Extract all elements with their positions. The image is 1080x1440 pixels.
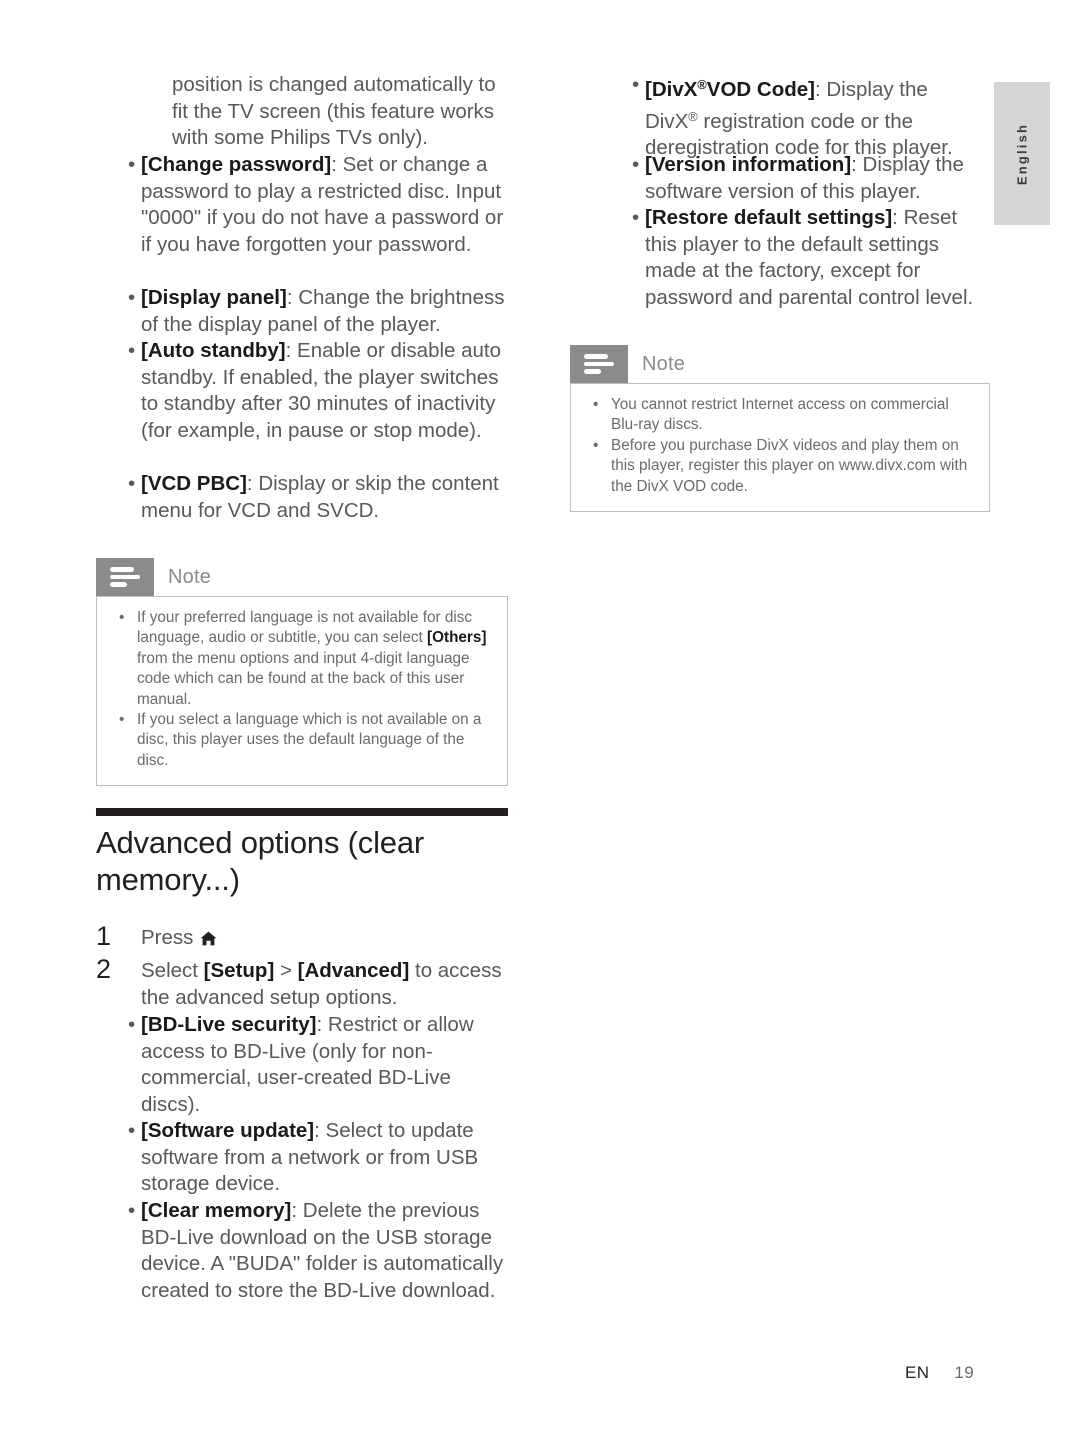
list-item-term: [Change password] <box>141 153 332 176</box>
list-item-term: [Display panel] <box>141 286 287 309</box>
list-item: • [Change password]: Set or change a pass… <box>96 152 508 259</box>
numbered-step: 2 Select [Setup] > [Advanced] to access t… <box>96 954 508 1011</box>
page-title: Advanced options (clear memory...) <box>96 825 424 897</box>
continued-paragraph: position is changed automatically to fit… <box>172 73 496 150</box>
note-item-pre: If your preferred language is not availa… <box>137 609 473 647</box>
note-lines-icon <box>110 566 140 588</box>
list-item: • [VCD PBC]: Display or skip the content … <box>96 471 508 524</box>
bullet-dot: • <box>593 396 599 413</box>
bullet-dot: • <box>128 153 136 176</box>
note-list-item: • Before you purchase DivX videos and pla… <box>585 436 975 497</box>
note-list-item: • If your preferred language is not avail… <box>111 608 493 710</box>
note-icon-tab <box>570 345 628 383</box>
list-item: • [Auto standby]: Enable or disable auto … <box>96 338 508 445</box>
list-item: • [Software update]: Select to update sof… <box>96 1118 508 1198</box>
bullet-dot: • <box>632 206 640 229</box>
registered-mark: ® <box>697 77 707 92</box>
note-item-pre: If you select a language which is not av… <box>137 711 482 769</box>
note-header: Note <box>570 345 990 383</box>
note-list-item: • If you select a language which is not a… <box>111 710 493 771</box>
list-item: • [Display panel]: Change the brightness … <box>96 285 508 338</box>
numbered-step: 1 Press <box>96 921 508 952</box>
step2-lead: Select <box>141 959 204 982</box>
section-rule <box>96 808 508 816</box>
language-side-tab: English <box>994 82 1050 225</box>
list-item-term: [DivX®VOD Code] <box>645 77 815 101</box>
list-item: • [Clear memory]: Delete the previous BD-… <box>96 1198 508 1305</box>
term-post: VOD Code] <box>706 77 815 101</box>
list-item-term: [Version information] <box>645 153 852 176</box>
page-footer: EN 19 <box>905 1363 974 1383</box>
bullet-dot: • <box>128 1199 136 1222</box>
note-body: • If your preferred language is not avail… <box>96 596 508 787</box>
list-item-term: [Clear memory] <box>141 1199 292 1222</box>
bullet-dot: • <box>119 711 125 729</box>
note-lines-icon <box>584 353 614 375</box>
document-page: English position is changed automaticall… <box>0 0 1080 1440</box>
note-item-post: from the menu options and input 4-digit … <box>137 649 470 708</box>
step-text-pre: Press <box>141 926 200 949</box>
bullet-dot: • <box>128 472 136 495</box>
bullet-dot: • <box>632 153 640 176</box>
note-box: Note • If your preferred language is not … <box>96 558 508 787</box>
note-title: Note <box>642 352 686 375</box>
list-item-term: [Software update] <box>141 1119 315 1142</box>
step-number: 1 <box>96 921 112 951</box>
list-item-term: [Auto standby] <box>141 339 286 362</box>
note-icon-tab <box>96 558 154 596</box>
bullet-dot: • <box>632 73 640 96</box>
note-item-text: Before you purchase DivX videos and play… <box>611 436 968 495</box>
note-list-item: • You cannot restrict Internet access on … <box>585 395 975 436</box>
list-item-term: [VCD PBC] <box>141 472 247 495</box>
page-number: 19 <box>954 1363 975 1382</box>
bullet-dot: • <box>593 436 599 454</box>
note-body: • You cannot restrict Internet access on … <box>570 383 990 513</box>
step-number: 2 <box>96 954 112 984</box>
bullet-dot: • <box>128 339 136 362</box>
list-item-term: [BD-Live security] <box>141 1013 317 1036</box>
bullet-dot: • <box>128 1013 136 1036</box>
bullet-dot: • <box>128 286 136 309</box>
list-item-term: [Restore default settings] <box>645 206 893 229</box>
note-box: Note • You cannot restrict Internet acces… <box>570 345 990 513</box>
footer-locale: EN <box>905 1363 930 1382</box>
bullet-dot: • <box>119 609 125 626</box>
step2-bold-setup: [Setup] <box>203 959 275 982</box>
list-item: • [Version information]: Display the soft… <box>600 152 980 205</box>
list-item: • [Restore default settings]: Reset this … <box>600 205 980 312</box>
home-icon <box>200 931 217 946</box>
term-pre: [DivX <box>645 77 698 101</box>
list-item: • [BD-Live security]: Restrict or allow a… <box>96 1012 508 1119</box>
step2-mid: > <box>274 959 298 982</box>
bullet-dot: • <box>128 1119 136 1142</box>
note-item-text: You cannot restrict Internet access on c… <box>611 396 949 434</box>
note-title: Note <box>168 565 212 588</box>
registered-mark: ® <box>688 108 698 124</box>
note-header: Note <box>96 558 508 596</box>
list-item: • [DivX®VOD Code]: Display the DivX® regi… <box>600 72 980 162</box>
note-item-bold: [Others] <box>426 629 487 647</box>
language-side-tab-label: English <box>1014 122 1030 185</box>
step2-bold-advanced: [Advanced] <box>297 959 410 982</box>
